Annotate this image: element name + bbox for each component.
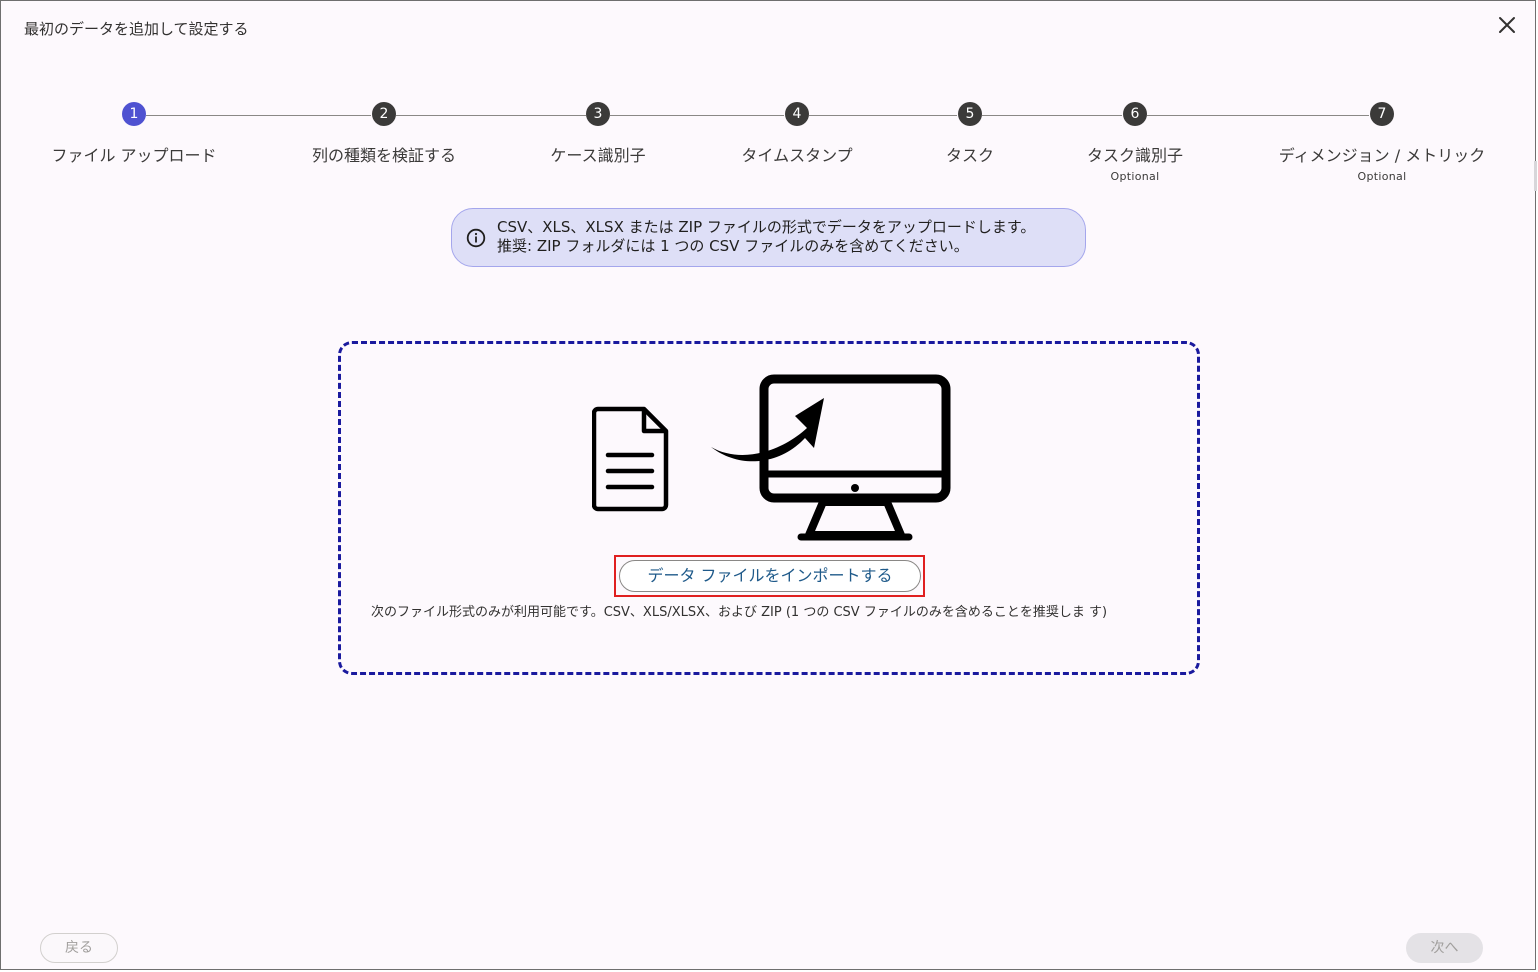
import-data-file-button[interactable]: データ ファイルをインポートする <box>619 560 921 592</box>
step-label: ディメンジョン / メトリック <box>1278 146 1486 165</box>
step-number: 1 <box>122 102 146 126</box>
info-banner: CSV、XLS、XLSX または ZIP ファイルの形式でデータをアップロードし… <box>451 208 1086 267</box>
setup-dialog: 最初のデータを追加して設定する 1 ファイル アップロード 2 列の種類を検証す… <box>0 0 1537 970</box>
step-number: 2 <box>372 102 396 126</box>
scrollbar-edge <box>1534 161 1537 191</box>
monitor-upload-icon <box>711 372 956 548</box>
step-task-id: 6 タスク識別子 Optional <box>1015 102 1255 183</box>
info-line-2: 推奨: ZIP フォルダには 1 つの CSV ファイルのみを含めてください。 <box>497 237 969 255</box>
step-number: 7 <box>1370 102 1394 126</box>
next-button[interactable]: 次へ <box>1406 933 1483 963</box>
step-dimension-metric: 7 ディメンジョン / メトリック Optional <box>1262 102 1502 183</box>
step-label: 列の種類を検証する <box>311 146 456 165</box>
step-label: ファイル アップロード <box>51 146 217 165</box>
step-verify-columns: 2 列の種類を検証する <box>264 102 504 166</box>
step-file-upload: 1 ファイル アップロード <box>14 102 254 166</box>
step-optional-label: Optional <box>1110 170 1160 183</box>
step-number: 5 <box>958 102 982 126</box>
supported-formats-text: 次のファイル形式のみが利用可能です。CSV、XLS/XLSX、および ZIP (… <box>371 605 1108 620</box>
file-dropzone[interactable]: データ ファイルをインポートする 次のファイル形式のみが利用可能です。CSV、X… <box>338 341 1200 675</box>
back-button[interactable]: 戻る <box>40 933 118 963</box>
info-line-1: CSV、XLS、XLSX または ZIP ファイルの形式でデータをアップロードし… <box>497 218 1036 236</box>
step-number: 3 <box>586 102 610 126</box>
stepper: 1 ファイル アップロード 2 列の種類を検証する 3 ケース識別子 4 タイム… <box>1 1 1537 191</box>
step-number: 4 <box>785 102 809 126</box>
step-optional-label: Optional <box>1357 170 1407 183</box>
step-number: 6 <box>1123 102 1147 126</box>
step-label: タスク識別子 <box>1086 146 1183 165</box>
info-icon <box>466 228 486 248</box>
document-icon <box>591 406 672 516</box>
info-text: CSV、XLS、XLSX または ZIP ファイルの形式でデータをアップロードし… <box>497 218 1035 256</box>
